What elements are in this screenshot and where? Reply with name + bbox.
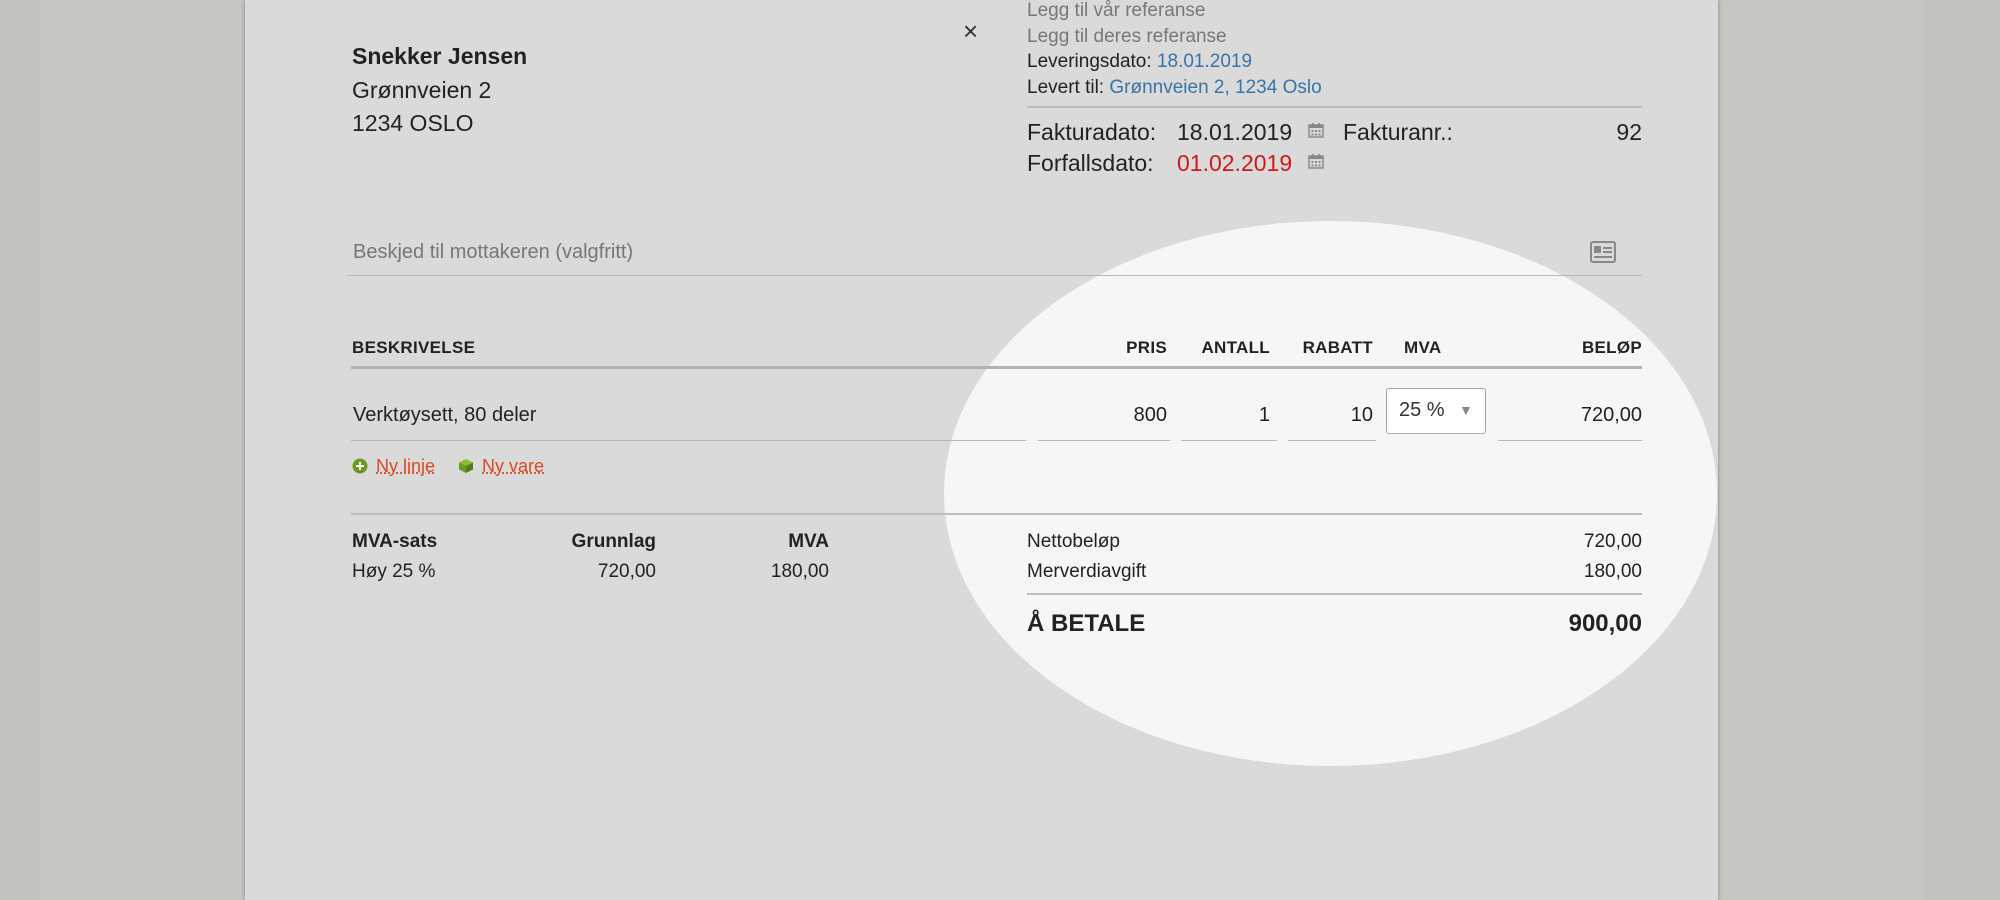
due-date-label: Forfallsdato: xyxy=(1027,150,1154,176)
plus-circle-icon-graphic xyxy=(352,458,368,474)
col-price: PRIS xyxy=(1126,338,1167,357)
row-qty[interactable]: 1 xyxy=(1190,404,1270,427)
customer-city: 1234 OSLO xyxy=(352,110,474,136)
delivery-date-row: Leveringsdato: 18.01.2019 xyxy=(1027,51,1252,73)
delivery-date-value[interactable]: 18.01.2019 xyxy=(1157,51,1252,72)
vat-base-header: Grunnlag xyxy=(571,531,656,552)
calendar-icon[interactable] xyxy=(1308,121,1324,139)
table-header-rule xyxy=(351,366,1642,369)
col-discount: RABATT xyxy=(1302,338,1373,357)
close-icon[interactable]: × xyxy=(963,16,978,47)
message-input[interactable]: Beskjed til mottakeren (valgfritt) xyxy=(353,241,633,264)
our-reference-link[interactable]: Legg til vår referanse xyxy=(1027,0,1206,22)
customer-street: Grønnveien 2 xyxy=(352,77,492,103)
vat-rate-value: Høy 25 % xyxy=(352,561,436,582)
col-amount: BELØP xyxy=(1581,338,1642,357)
contact-card-icon-graphic xyxy=(1590,241,1616,263)
vat-total-value: 180,00 xyxy=(1583,561,1642,582)
customer-name[interactable]: Snekker Jensen xyxy=(352,43,527,70)
vat-amount-value: 180,00 xyxy=(770,561,829,582)
vat-rate-header: MVA-sats xyxy=(352,531,438,552)
box-icon[interactable] xyxy=(458,458,474,474)
net-amount-label: Nettobeløp xyxy=(1027,531,1120,552)
delivery-date-label: Leveringsdato: xyxy=(1027,51,1152,72)
net-amount-value: 720,00 xyxy=(1583,531,1642,552)
due-calendar-icon[interactable] xyxy=(1308,152,1324,170)
chevron-down-icon: ▼ xyxy=(1459,402,1473,418)
qty-underline xyxy=(1181,440,1277,441)
calendar-icon-graphic xyxy=(1308,122,1324,138)
calendar-icon-graphic xyxy=(1308,153,1324,169)
due-date-value[interactable]: 01.02.2019 xyxy=(1177,150,1292,177)
col-qty: ANTALL xyxy=(1201,338,1270,357)
contact-card-icon[interactable] xyxy=(1590,241,1616,263)
delivered-to-label: Levert til: xyxy=(1027,77,1105,98)
header-divider xyxy=(1027,106,1642,108)
totals-rule xyxy=(1027,593,1642,595)
vat-select[interactable]: 25 % ▼ xyxy=(1386,388,1486,434)
delivered-to-row: Levert til: Grønnveien 2, 1234 Oslo xyxy=(1027,77,1322,99)
message-underline xyxy=(347,275,1642,276)
row-discount[interactable]: 10 xyxy=(1290,404,1373,427)
amount-due-label: Å BETALE xyxy=(1027,610,1146,637)
delivered-to-value[interactable]: Grønnveien 2, 1234 Oslo xyxy=(1109,77,1321,98)
row-description[interactable]: Verktøysett, 80 deler xyxy=(353,404,536,427)
vat-amount-header: MVA xyxy=(788,531,829,552)
discount-underline xyxy=(1288,440,1376,441)
vat-base-value: 720,00 xyxy=(597,561,656,582)
vat-total-label: Merverdiavgift xyxy=(1027,561,1147,582)
invoice-number-value: 92 xyxy=(1616,119,1642,145)
amount-due-value: 900,00 xyxy=(1568,610,1642,637)
vat-select-value: 25 % xyxy=(1399,399,1445,421)
row-amount: 720,00 xyxy=(1580,404,1642,426)
description-underline xyxy=(351,440,1026,441)
summary-divider xyxy=(351,513,1642,515)
invoice-number-label: Fakturanr.: xyxy=(1343,119,1453,145)
new-line-link[interactable]: Ny linje xyxy=(376,456,435,477)
col-vat: MVA xyxy=(1404,338,1442,357)
row-price[interactable]: 800 xyxy=(1100,404,1167,427)
new-item-link[interactable]: Ny vare xyxy=(482,456,544,477)
col-description: BESKRIVELSE xyxy=(352,338,476,357)
spotlight-highlight xyxy=(944,221,1717,766)
plus-circle-icon[interactable] xyxy=(352,458,368,474)
amount-underline xyxy=(1498,440,1642,441)
price-underline xyxy=(1038,440,1170,441)
invoice-date-label: Fakturadato: xyxy=(1027,119,1157,145)
their-reference-link[interactable]: Legg til deres referanse xyxy=(1027,26,1227,48)
box-icon-graphic xyxy=(459,459,473,473)
invoice-date-value[interactable]: 18.01.2019 xyxy=(1177,119,1292,146)
